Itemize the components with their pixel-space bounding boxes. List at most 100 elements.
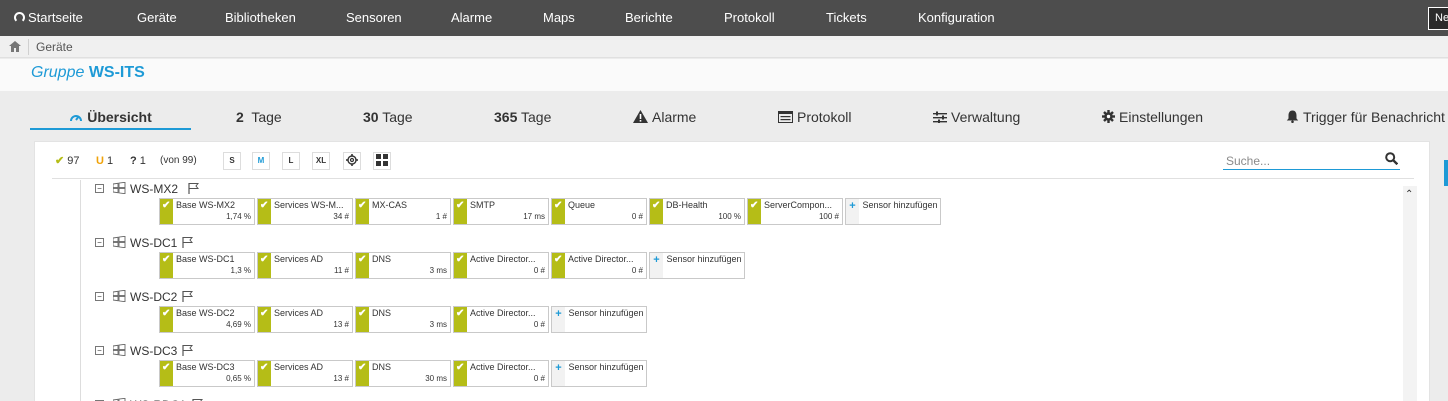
tab-30-days[interactable]: 30 Tage <box>363 104 413 130</box>
sensor-tile[interactable]: ✔ Base WS-DC1 1,3 % <box>159 252 255 279</box>
sensor-value: 17 ms <box>523 212 545 221</box>
device-name[interactable]: WS-MX2 <box>130 182 178 196</box>
tab-overview[interactable]: Übersicht <box>30 104 191 130</box>
check-icon: ✔ <box>162 308 171 319</box>
sensor-tile[interactable]: ✔ ServerCompon... 100 # <box>747 198 843 225</box>
breadcrumb-devices[interactable]: Geräte <box>36 40 73 54</box>
size-xl-button[interactable]: XL <box>312 152 330 170</box>
page-title: Gruppe WS-ITS <box>31 64 145 82</box>
sensor-name: Active Director... <box>470 308 536 318</box>
flag-icon[interactable] <box>182 290 193 302</box>
nav-sensors[interactable]: Sensoren <box>346 0 402 36</box>
tab-365-days[interactable]: 365 Tage <box>494 104 551 130</box>
tab-365-days-num: 365 <box>494 109 518 125</box>
sensor-tile[interactable]: ✔ Active Director... 0 # <box>551 252 647 279</box>
tab-management[interactable]: Verwaltung <box>933 104 1020 130</box>
tab-30-days-num: 30 <box>363 109 379 125</box>
nav-tickets[interactable]: Tickets <box>826 0 867 36</box>
tab-log[interactable]: Protokoll <box>778 104 851 130</box>
sensor-status-bar: ✔ <box>258 361 271 386</box>
nav-home[interactable]: Startseite <box>14 0 83 36</box>
size-l-button[interactable]: L <box>282 152 300 170</box>
add-sensor-button[interactable]: + Sensor hinzufügen <box>649 252 745 279</box>
windows-icon <box>113 182 126 194</box>
sensor-tile[interactable]: ✔ Services AD 11 # <box>257 252 353 279</box>
scroll-up-icon[interactable]: ⌃ <box>1405 189 1413 200</box>
grid-icon <box>376 154 388 166</box>
sensor-status-bar: ✔ <box>356 199 369 224</box>
flag-icon[interactable] <box>182 344 193 356</box>
tab-365-days-label: Tage <box>521 109 552 125</box>
tile-view-button[interactable] <box>373 152 391 170</box>
collapse-toggle[interactable]: − <box>95 292 104 301</box>
search-input[interactable] <box>1226 153 1376 169</box>
search-icon[interactable] <box>1385 152 1398 165</box>
sensor-tile[interactable]: ✔ Active Director... 0 # <box>453 306 549 333</box>
sensor-tile[interactable]: ✔ DNS 3 ms <box>355 252 451 279</box>
sensor-tile[interactable]: ✔ Base WS-MX2 1,74 % <box>159 198 255 225</box>
status-unusual-count[interactable]: U1 <box>96 153 113 169</box>
tab-settings-label: Einstellungen <box>1119 109 1204 125</box>
add-sensor-button[interactable]: + Sensor hinzufügen <box>551 360 647 387</box>
nav-libraries[interactable]: Bibliotheken <box>225 0 296 36</box>
sensor-tile[interactable]: ✔ MX-CAS 1 # <box>355 198 451 225</box>
sensor-tile[interactable]: ✔ DNS 3 ms <box>355 306 451 333</box>
status-up-count[interactable]: ✔ 97 <box>55 153 79 169</box>
tab-2-days-num: 2 <box>236 109 244 125</box>
sensor-tile[interactable]: ✔ Services AD 13 # <box>257 360 353 387</box>
nav-devices[interactable]: Geräte <box>137 0 177 36</box>
tab-alarms[interactable]: Alarme <box>633 104 696 130</box>
sensor-value: 1,3 % <box>230 266 251 275</box>
collapse-toggle[interactable]: − <box>95 238 104 247</box>
tab-notification-triggers[interactable]: Trigger für Benachricht <box>1286 104 1445 130</box>
device-name[interactable]: WS-DC1 <box>130 236 177 250</box>
sensor-tile[interactable]: ✔ Active Director... 0 # <box>453 360 549 387</box>
new-button[interactable]: Ne <box>1428 7 1448 30</box>
nav-setup[interactable]: Konfiguration <box>918 0 995 36</box>
sensor-tile[interactable]: ✔ SMTP 17 ms <box>453 198 549 225</box>
sensor-name: SMTP <box>470 200 496 210</box>
sensor-value: 1 # <box>435 212 447 221</box>
sensor-tile[interactable]: ✔ Active Director... 0 # <box>453 252 549 279</box>
sensor-tile[interactable]: ✔ Services AD 13 # <box>257 306 353 333</box>
side-panel-handle[interactable] <box>1444 160 1448 186</box>
sensor-tile[interactable]: ✔ Queue 0 # <box>551 198 647 225</box>
sensor-tile[interactable]: ✔ DB-Health 100 % <box>649 198 745 225</box>
check-icon: ✔ <box>750 200 759 211</box>
warning-icon <box>633 110 648 123</box>
tab-overview-label: Übersicht <box>87 109 152 125</box>
check-icon: ✔ <box>260 254 269 265</box>
sensor-status-bar: ✔ <box>356 361 369 386</box>
tab-2-days[interactable]: 2 Tage <box>236 104 282 130</box>
breadcrumb: Geräte <box>0 36 1448 58</box>
status-unknown-count[interactable]: ? 1 <box>130 153 146 169</box>
add-sensor-button[interactable]: + Sensor hinzufügen <box>551 306 647 333</box>
size-m-button[interactable]: M <box>252 152 270 170</box>
tree-settings-button[interactable] <box>343 152 361 170</box>
tab-30-days-label: Tage <box>382 109 413 125</box>
size-s-button[interactable]: S <box>223 152 241 170</box>
check-icon: ✔ <box>358 308 367 319</box>
sensor-status-bar: ✔ <box>356 307 369 332</box>
home-icon[interactable] <box>9 41 21 52</box>
nav-alarms[interactable]: Alarme <box>451 0 492 36</box>
nav-logs[interactable]: Protokoll <box>724 0 775 36</box>
flag-icon[interactable] <box>188 182 199 194</box>
sensor-tile[interactable]: ✔ Base WS-DC2 4,69 % <box>159 306 255 333</box>
device-name[interactable]: WS-DC2 <box>130 290 177 304</box>
sensor-tile[interactable]: ✔ Services WS-M... 34 # <box>257 198 353 225</box>
sensor-name: MX-CAS <box>372 200 408 210</box>
tab-bar: Übersicht 2 Tage 30 Tage 365 Tage Alarme… <box>0 104 1448 130</box>
nav-reports[interactable]: Berichte <box>625 0 673 36</box>
sensor-tile[interactable]: ✔ DNS 30 ms <box>355 360 451 387</box>
device-name[interactable]: WS-DC3 <box>130 344 177 358</box>
flag-icon[interactable] <box>182 236 193 248</box>
nav-maps[interactable]: Maps <box>543 0 575 36</box>
sensor-tile[interactable]: ✔ Base WS-DC3 0,65 % <box>159 360 255 387</box>
add-sensor-button[interactable]: + Sensor hinzufügen <box>845 198 941 225</box>
collapse-toggle[interactable]: − <box>95 346 104 355</box>
vertical-scrollbar[interactable]: ⌃ <box>1403 186 1417 401</box>
collapse-toggle[interactable]: − <box>95 184 104 193</box>
tab-settings[interactable]: Einstellungen <box>1102 104 1203 130</box>
sensor-value: 13 # <box>333 320 349 329</box>
